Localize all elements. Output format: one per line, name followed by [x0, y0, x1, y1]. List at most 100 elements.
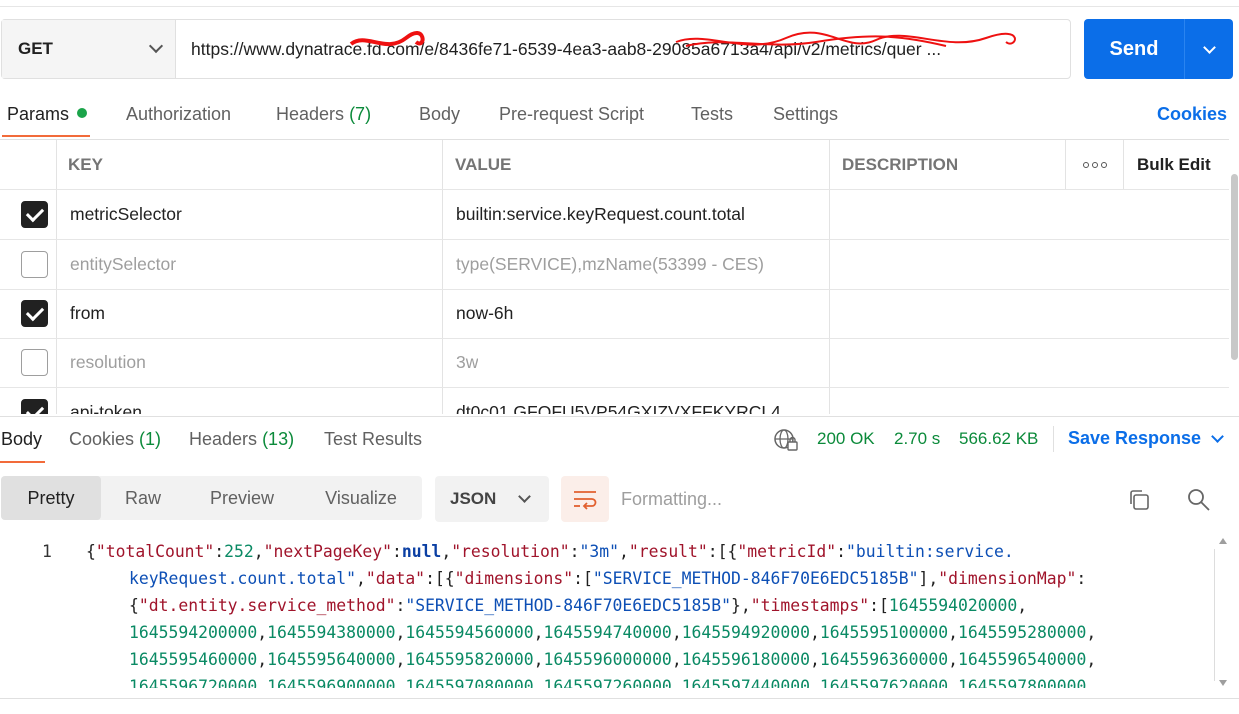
tab-label: Body — [1, 429, 43, 449]
wrap-lines-icon — [574, 491, 597, 510]
timestamp-value: 1645596360000 — [819, 650, 949, 669]
value-column-header: VALUE — [455, 154, 512, 174]
param-key[interactable]: from — [70, 289, 105, 338]
timestamp-value: 1645597260000 — [543, 677, 672, 688]
save-response-button[interactable]: Save Response — [1068, 428, 1224, 449]
wrap-lines-button[interactable] — [561, 476, 609, 522]
param-key[interactable]: api-token — [70, 388, 142, 414]
row-checkbox[interactable] — [21, 349, 48, 376]
param-value[interactable]: builtin:service.keyRequest.count.total — [456, 190, 745, 239]
view-preview[interactable]: Preview — [199, 476, 285, 520]
tab-label: Headers — [189, 429, 258, 449]
cookies-link[interactable]: Cookies — [1157, 104, 1227, 125]
tab-settings[interactable]: Settings — [773, 104, 838, 125]
code-line: 1645594200000,1645594380000,164559456000… — [129, 623, 1097, 642]
tab-test-results[interactable]: Test Results — [324, 429, 422, 450]
status-code[interactable]: 200 OK — [817, 429, 875, 449]
tab-pre-request-script[interactable]: Pre-request Script — [499, 104, 644, 125]
tab-headers[interactable]: Headers (7) — [276, 104, 371, 125]
table-row: entitySelector type(SERVICE),mzName(5339… — [0, 240, 1229, 290]
tab-tests[interactable]: Tests — [691, 104, 733, 125]
status-bar — [0, 698, 1239, 714]
row-checkbox[interactable] — [21, 251, 48, 278]
timestamp-value: 1645595460000 — [129, 650, 258, 669]
response-body-editor[interactable]: 1 {"totalCount":252,"nextPageKey":null,"… — [0, 538, 1210, 688]
code-line: 1645595460000,1645595640000,164559582000… — [129, 650, 1097, 669]
param-key[interactable]: resolution — [70, 338, 146, 387]
timestamp-value: 1645594560000 — [405, 623, 534, 642]
tab-body[interactable]: Body — [419, 104, 460, 125]
timestamp-value: 1645596540000 — [958, 650, 1087, 669]
scroll-down-arrow-icon[interactable] — [1219, 680, 1227, 686]
timestamp-value: 1645596720000 — [129, 677, 258, 688]
bulk-edit-button[interactable]: Bulk Edit — [1137, 140, 1211, 189]
timestamp-value: 1645597620000 — [819, 677, 949, 688]
key-column-header: KEY — [68, 154, 103, 174]
search-icon[interactable] — [1187, 488, 1211, 512]
params-table: KEY VALUE DESCRIPTION Bulk Edit metricSe… — [0, 139, 1229, 414]
table-header-row: KEY VALUE DESCRIPTION Bulk Edit — [0, 140, 1229, 190]
network-globe-icon[interactable] — [773, 428, 799, 452]
copy-icon[interactable] — [1127, 488, 1151, 512]
send-options-button[interactable] — [1185, 19, 1233, 79]
send-button[interactable]: Send — [1084, 19, 1233, 79]
timestamp-value: 1645595280000 — [958, 623, 1087, 642]
active-indicator-dot — [77, 108, 88, 118]
tab-label: Authorization — [126, 104, 232, 124]
top-divider — [0, 6, 1239, 7]
tab-authorization[interactable]: Authorization — [126, 104, 231, 125]
chevron-down-icon — [1211, 429, 1224, 443]
save-response-label: Save Response — [1068, 428, 1202, 448]
tab-count: (13) — [262, 429, 295, 449]
tab-params[interactable]: Params — [7, 104, 88, 125]
chevron-down-icon — [148, 38, 164, 54]
params-scrollbar[interactable] — [1231, 174, 1238, 360]
timestamp-value: 1645597800000 — [958, 677, 1087, 688]
code-line: keyRequest.count.total","data":[{"dimens… — [129, 569, 1087, 588]
method-select[interactable]: GET — [2, 20, 176, 78]
format-select[interactable]: JSON — [435, 476, 549, 522]
row-checkbox[interactable] — [21, 300, 48, 327]
table-row: from now-6h — [0, 289, 1229, 339]
param-value[interactable]: dt0c01.GFOFU5VP54GXIZVXFFKYRCL4 — [456, 388, 781, 414]
response-time[interactable]: 2.70 s — [894, 429, 940, 449]
param-key[interactable]: metricSelector — [70, 190, 182, 239]
scroll-up-arrow-icon[interactable] — [1219, 538, 1227, 544]
table-row: api-token dt0c01.GFOFU5VP54GXIZVXFFKYRCL… — [0, 388, 1229, 414]
view-visualize[interactable]: Visualize — [314, 476, 408, 520]
more-icon — [1083, 161, 1107, 168]
tab-label: Tests — [691, 104, 734, 124]
timestamp-value: 1645594200000 — [129, 623, 258, 642]
response-size[interactable]: 566.62 KB — [959, 429, 1038, 449]
url-input[interactable]: https://www.dynatrace.fd.com/e/8436fe71-… — [176, 20, 1070, 78]
timestamp-value: 1645595100000 — [819, 623, 949, 642]
tab-label: Params — [7, 104, 70, 124]
tab-response-cookies[interactable]: Cookies (1) — [69, 429, 161, 450]
code-line: {"totalCount":252,"nextPageKey":null,"re… — [86, 542, 1014, 561]
active-tab-underline — [2, 135, 90, 137]
tab-label: Body — [419, 104, 461, 124]
view-raw[interactable]: Raw — [111, 476, 175, 520]
row-checkbox[interactable] — [21, 201, 48, 228]
more-options-button[interactable] — [1083, 140, 1107, 189]
active-tab-underline — [0, 461, 45, 463]
editor-scrollbar[interactable] — [1214, 549, 1215, 681]
row-checkbox[interactable] — [21, 399, 48, 414]
param-key[interactable]: entitySelector — [70, 240, 176, 289]
timestamp-value: 1645597440000 — [681, 677, 810, 688]
tab-label: Cookies — [69, 429, 135, 449]
tab-response-headers[interactable]: Headers (13) — [189, 429, 294, 450]
param-value[interactable]: 3w — [456, 338, 478, 387]
tab-label: Settings — [773, 104, 839, 124]
timestamp-value: 1645595640000 — [267, 650, 396, 669]
tab-response-body[interactable]: Body — [1, 429, 42, 450]
request-url-bar: GET https://www.dynatrace.fd.com/e/8436f… — [1, 19, 1071, 79]
chevron-down-icon — [1202, 40, 1216, 54]
timestamp-value: 1645595820000 — [405, 650, 534, 669]
timestamp-value: 1645594740000 — [543, 623, 672, 642]
table-row: resolution 3w — [0, 338, 1229, 388]
line-number: 1 — [42, 542, 52, 561]
param-value[interactable]: type(SERVICE),mzName(53399 - CES) — [456, 240, 764, 289]
view-pretty[interactable]: Pretty — [1, 476, 101, 520]
param-value[interactable]: now-6h — [456, 289, 513, 338]
